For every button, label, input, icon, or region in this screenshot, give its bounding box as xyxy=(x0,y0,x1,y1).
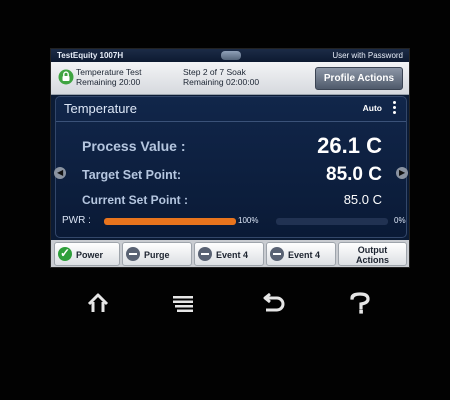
power-button[interactable]: Power xyxy=(54,242,120,266)
profile-step: Step 2 of 7 Soak xyxy=(183,67,246,77)
touch-screen: TestEquity 1007H User with Password Temp… xyxy=(50,48,410,268)
previous-loop-button[interactable]: ◀ xyxy=(54,167,66,179)
device-bezel: TestEquity 1007H User with Password Temp… xyxy=(0,0,450,400)
help-icon xyxy=(350,292,370,314)
output-actions-label: Output Actions xyxy=(339,245,406,265)
profile-test-name: Temperature Test xyxy=(76,67,142,77)
check-icon xyxy=(58,246,72,261)
temperature-panel: Temperature Auto ◀ ▶ Process Value : 26.… xyxy=(54,96,408,238)
menu-icon xyxy=(173,296,193,312)
current-set-point-row: Current Set Point : 85.0 C xyxy=(82,191,382,209)
pwr-label: PWR : xyxy=(62,215,91,226)
profile-test-remaining: Remaining 20:00 xyxy=(76,77,141,87)
event-button-1-label: Event 4 xyxy=(216,250,249,260)
minus-icon xyxy=(270,247,284,261)
purge-button[interactable]: Purge xyxy=(122,242,192,266)
current-set-point-value: 85.0 C xyxy=(343,192,382,207)
home-icon xyxy=(87,293,109,312)
back-icon xyxy=(263,292,285,312)
output-actions-line2: Actions xyxy=(355,255,389,265)
user-status: User with Password xyxy=(332,51,403,60)
lock-icon xyxy=(58,69,74,85)
status-bar: TestEquity 1007H User with Password xyxy=(51,49,409,62)
event-button-2[interactable]: Event 4 xyxy=(266,242,336,266)
profile-test-info: Temperature Test Remaining 20:00 xyxy=(76,67,142,87)
target-set-point-value[interactable]: 85.0 C xyxy=(326,164,382,186)
menu-key[interactable] xyxy=(163,283,203,323)
process-value-row: Process Value : 26.1 C xyxy=(82,133,382,158)
process-value: 26.1 C xyxy=(317,133,382,158)
panel-divider xyxy=(56,121,406,122)
cool-power-bar xyxy=(276,218,388,225)
output-actions-line1: Output xyxy=(357,245,388,255)
current-set-point-label: Current Set Point : xyxy=(82,193,189,207)
more-options-icon[interactable] xyxy=(393,101,397,115)
minus-icon xyxy=(198,247,212,261)
profile-step-remaining: Remaining 02:00:00 xyxy=(183,77,260,87)
purge-button-label: Purge xyxy=(144,250,170,260)
next-loop-button[interactable]: ▶ xyxy=(396,167,408,179)
profile-bar: Temperature Test Remaining 20:00 Step 2 … xyxy=(51,62,409,95)
power-output-row: PWR : 100% 0% xyxy=(62,215,406,229)
panel-title: Temperature xyxy=(64,101,137,116)
event-button-1[interactable]: Event 4 xyxy=(194,242,264,266)
event-button-2-label: Event 4 xyxy=(288,250,321,260)
bottom-button-bar: Power Purge Event 4 Event 4 Output Actio… xyxy=(51,240,409,267)
model-name: TestEquity 1007H xyxy=(57,51,124,60)
help-key[interactable] xyxy=(340,283,380,323)
process-value-label: Process Value : xyxy=(82,138,186,154)
heat-power-fill xyxy=(104,218,236,225)
heat-power-bar xyxy=(104,218,236,225)
heat-power-percent: 100% xyxy=(238,216,259,225)
mode-indicator: Auto xyxy=(362,103,382,113)
target-set-point-row[interactable]: Target Set Point: 85.0 C xyxy=(82,164,382,186)
profile-step-info: Step 2 of 7 Soak Remaining 02:00:00 xyxy=(183,67,259,87)
status-indicator xyxy=(221,51,241,60)
minus-icon xyxy=(126,247,140,261)
profile-actions-button[interactable]: Profile Actions xyxy=(315,67,403,90)
power-button-label: Power xyxy=(76,250,104,260)
target-set-point-label: Target Set Point: xyxy=(82,168,182,182)
home-key[interactable] xyxy=(78,283,118,323)
output-actions-button[interactable]: Output Actions xyxy=(338,242,407,266)
cool-power-percent: 0% xyxy=(394,216,406,225)
back-key[interactable] xyxy=(253,283,293,323)
